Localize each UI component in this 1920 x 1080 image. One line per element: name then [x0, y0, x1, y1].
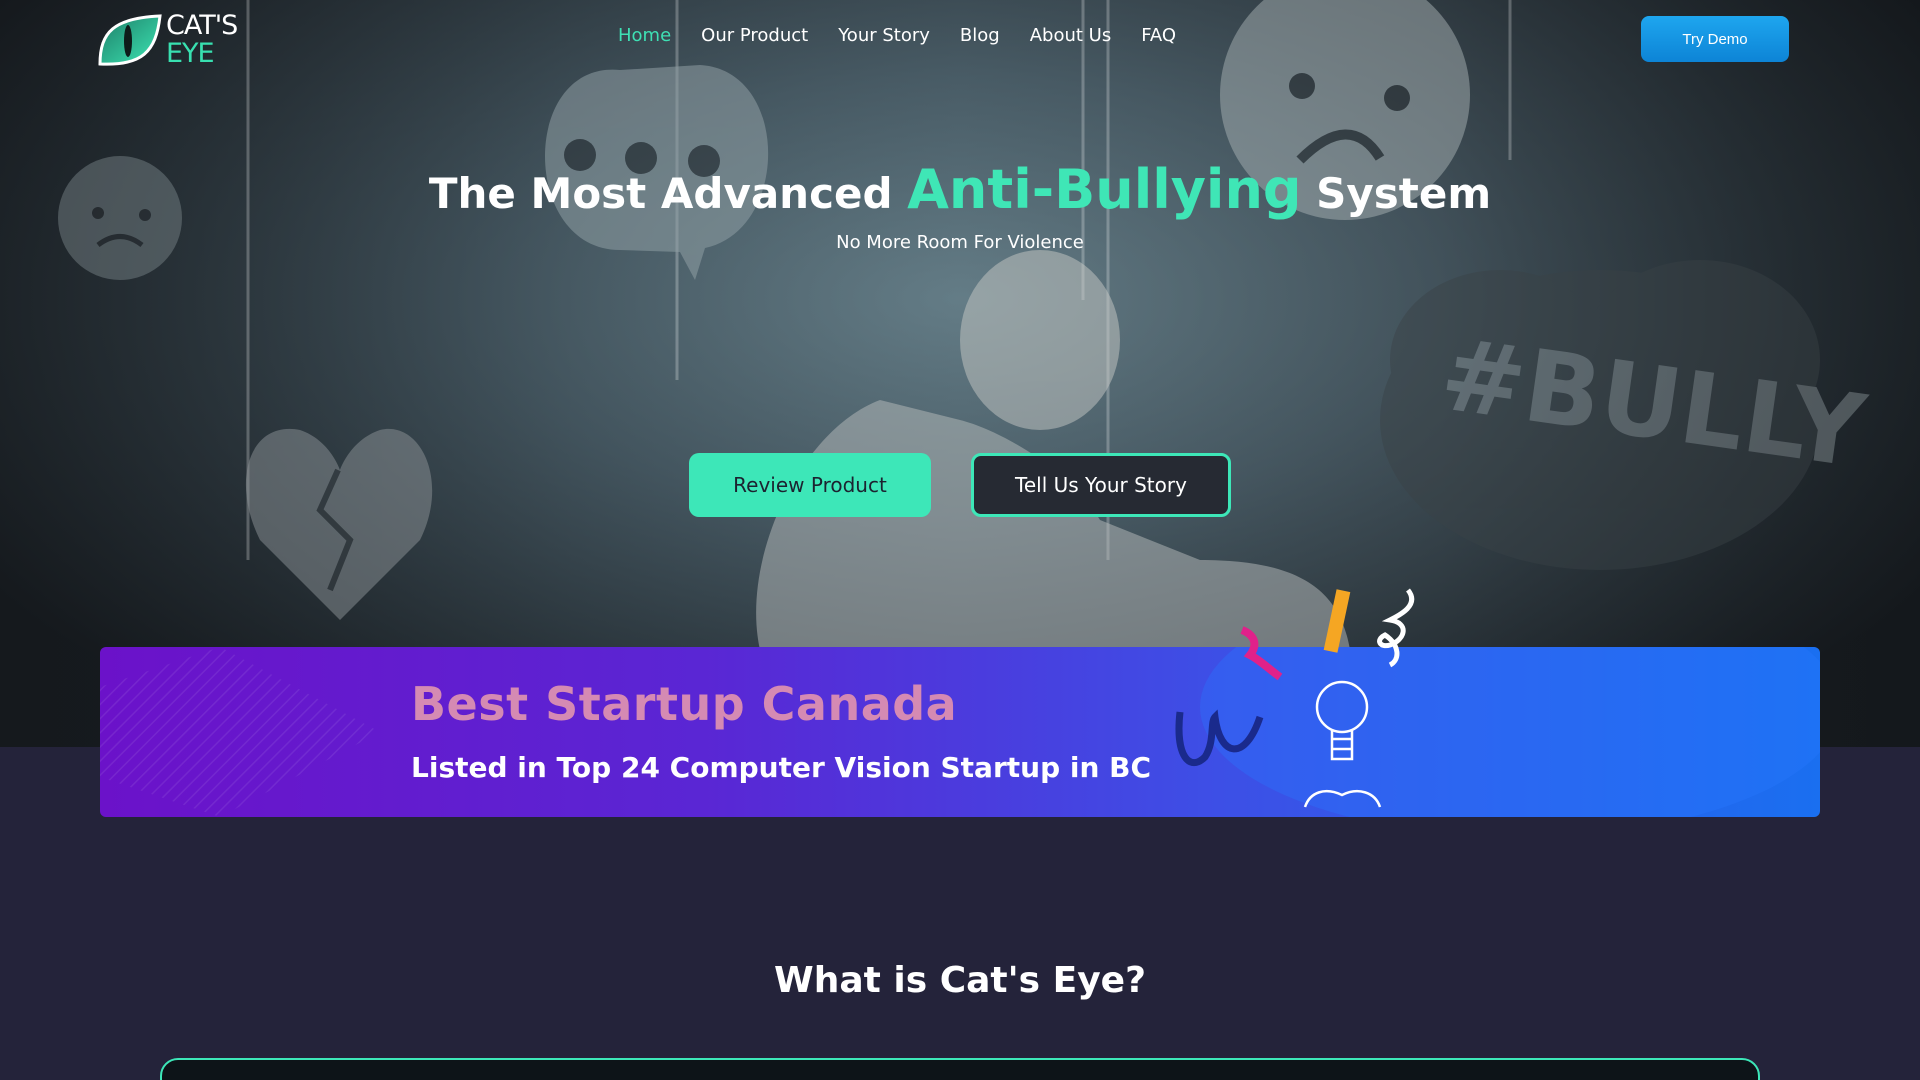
- main-nav: Home Our Product Your Story Blog About U…: [618, 25, 1206, 46]
- nav-item-faq[interactable]: FAQ: [1141, 25, 1176, 46]
- video-frame[interactable]: [160, 1058, 1760, 1080]
- headline-pre: The Most Advanced: [428, 169, 908, 218]
- tell-us-your-story-button[interactable]: Tell Us Your Story: [971, 453, 1231, 517]
- nav-item-blog[interactable]: Blog: [960, 25, 1000, 46]
- cat-eye-logo-icon: [98, 14, 162, 66]
- headline-post: System: [1301, 169, 1492, 218]
- review-product-button[interactable]: Review Product: [689, 453, 931, 517]
- logo-line-2: EYE: [166, 38, 215, 69]
- logo-line-1: CAT'S: [166, 10, 238, 41]
- banner-decoration: [100, 647, 1820, 817]
- logo-wordmark: CAT'S EYE: [166, 10, 238, 69]
- logo[interactable]: CAT'S EYE: [94, 12, 244, 70]
- nav-item-our-product[interactable]: Our Product: [701, 25, 808, 46]
- hero-section: #BULLY CAT'S EYE Home Our Product Your S…: [0, 0, 1920, 747]
- hero-subhead: No More Room For Violence: [836, 232, 1084, 253]
- nav-item-your-story[interactable]: Your Story: [838, 25, 930, 46]
- banner-title: Best Startup Canada: [411, 677, 958, 731]
- nav-item-home[interactable]: Home: [618, 25, 671, 46]
- award-banner: Best Startup Canada Listed in Top 24 Com…: [100, 647, 1820, 817]
- confetti-decoration: [1240, 588, 1415, 681]
- hero-headline: The Most Advanced Anti-Bullying System: [0, 158, 1920, 221]
- section-title: What is Cat's Eye?: [774, 960, 1146, 1001]
- headline-accent: Anti-Bullying: [907, 158, 1302, 221]
- banner-subtitle: Listed in Top 24 Computer Vision Startup…: [411, 751, 1152, 784]
- hero-overlay: [0, 0, 1920, 747]
- nav-item-about-us[interactable]: About Us: [1030, 25, 1112, 46]
- try-demo-button[interactable]: Try Demo: [1641, 16, 1789, 62]
